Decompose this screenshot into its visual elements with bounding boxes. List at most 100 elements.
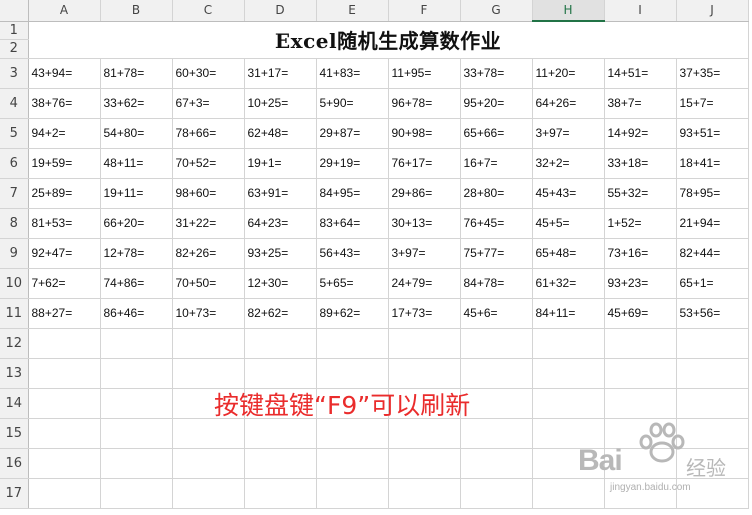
row-header-3[interactable]: 3 xyxy=(0,58,29,89)
empty-cell[interactable] xyxy=(28,388,101,419)
math-problem-cell[interactable]: 29+87= xyxy=(316,118,389,149)
math-problem-cell[interactable]: 55+32= xyxy=(604,178,677,209)
math-problem-cell[interactable]: 84+11= xyxy=(532,298,605,329)
math-problem-cell[interactable]: 45+43= xyxy=(532,178,605,209)
empty-cell[interactable] xyxy=(604,388,677,419)
math-problem-cell[interactable]: 60+30= xyxy=(172,58,245,89)
math-problem-cell[interactable]: 29+86= xyxy=(388,178,461,209)
row-header-1[interactable]: 1 xyxy=(0,21,29,40)
math-problem-cell[interactable]: 96+78= xyxy=(388,88,461,119)
math-problem-cell[interactable]: 93+51= xyxy=(676,118,749,149)
math-problem-cell[interactable]: 11+95= xyxy=(388,58,461,89)
math-problem-cell[interactable]: 62+48= xyxy=(244,118,317,149)
math-problem-cell[interactable]: 19+59= xyxy=(28,148,101,179)
math-problem-cell[interactable]: 66+20= xyxy=(100,208,173,239)
math-problem-cell[interactable]: 29+19= xyxy=(316,148,389,179)
empty-cell[interactable] xyxy=(604,328,677,359)
math-problem-cell[interactable]: 45+5= xyxy=(532,208,605,239)
math-problem-cell[interactable]: 89+62= xyxy=(316,298,389,329)
math-problem-cell[interactable]: 56+43= xyxy=(316,238,389,269)
math-problem-cell[interactable]: 93+23= xyxy=(604,268,677,299)
math-problem-cell[interactable]: 5+90= xyxy=(316,88,389,119)
empty-cell[interactable] xyxy=(316,448,389,479)
empty-cell[interactable] xyxy=(316,328,389,359)
math-problem-cell[interactable]: 41+83= xyxy=(316,58,389,89)
math-problem-cell[interactable]: 98+60= xyxy=(172,178,245,209)
empty-cell[interactable] xyxy=(316,478,389,509)
math-problem-cell[interactable]: 73+16= xyxy=(604,238,677,269)
math-problem-cell[interactable]: 74+86= xyxy=(100,268,173,299)
math-problem-cell[interactable]: 76+17= xyxy=(388,148,461,179)
math-problem-cell[interactable]: 38+76= xyxy=(28,88,101,119)
row-header-12[interactable]: 12 xyxy=(0,328,29,359)
empty-cell[interactable] xyxy=(460,328,533,359)
column-header-i[interactable]: I xyxy=(604,0,677,22)
empty-cell[interactable] xyxy=(100,328,173,359)
math-problem-cell[interactable]: 16+7= xyxy=(460,148,533,179)
math-problem-cell[interactable]: 45+69= xyxy=(604,298,677,329)
empty-cell[interactable] xyxy=(460,448,533,479)
empty-cell[interactable] xyxy=(172,358,245,389)
empty-cell[interactable] xyxy=(172,448,245,479)
math-problem-cell[interactable]: 12+78= xyxy=(100,238,173,269)
math-problem-cell[interactable]: 86+46= xyxy=(100,298,173,329)
column-header-e[interactable]: E xyxy=(316,0,389,22)
empty-cell[interactable] xyxy=(100,448,173,479)
row-header-2[interactable]: 2 xyxy=(0,39,29,59)
row-header-16[interactable]: 16 xyxy=(0,448,29,479)
empty-cell[interactable] xyxy=(244,448,317,479)
math-problem-cell[interactable]: 28+80= xyxy=(460,178,533,209)
empty-cell[interactable] xyxy=(28,328,101,359)
empty-cell[interactable] xyxy=(100,388,173,419)
math-problem-cell[interactable]: 18+41= xyxy=(676,148,749,179)
empty-cell[interactable] xyxy=(388,418,461,449)
column-header-d[interactable]: D xyxy=(244,0,317,22)
row-header-5[interactable]: 5 xyxy=(0,118,29,149)
column-header-f[interactable]: F xyxy=(388,0,461,22)
empty-cell[interactable] xyxy=(676,358,749,389)
empty-cell[interactable] xyxy=(244,478,317,509)
math-problem-cell[interactable]: 61+32= xyxy=(532,268,605,299)
math-problem-cell[interactable]: 7+62= xyxy=(28,268,101,299)
empty-cell[interactable] xyxy=(604,358,677,389)
math-problem-cell[interactable]: 12+30= xyxy=(244,268,317,299)
math-problem-cell[interactable]: 3+97= xyxy=(532,118,605,149)
empty-cell[interactable] xyxy=(388,448,461,479)
math-problem-cell[interactable]: 88+27= xyxy=(28,298,101,329)
math-problem-cell[interactable]: 75+77= xyxy=(460,238,533,269)
empty-cell[interactable] xyxy=(100,358,173,389)
math-problem-cell[interactable]: 70+50= xyxy=(172,268,245,299)
column-header-g[interactable]: G xyxy=(460,0,533,22)
empty-cell[interactable] xyxy=(316,358,389,389)
column-header-b[interactable]: B xyxy=(100,0,173,22)
math-problem-cell[interactable]: 78+95= xyxy=(676,178,749,209)
math-problem-cell[interactable]: 95+20= xyxy=(460,88,533,119)
empty-cell[interactable] xyxy=(28,418,101,449)
math-problem-cell[interactable]: 3+97= xyxy=(388,238,461,269)
math-problem-cell[interactable]: 63+91= xyxy=(244,178,317,209)
empty-cell[interactable] xyxy=(676,328,749,359)
empty-cell[interactable] xyxy=(100,478,173,509)
column-header-j[interactable]: J xyxy=(676,0,749,22)
row-header-17[interactable]: 17 xyxy=(0,478,29,509)
math-problem-cell[interactable]: 92+47= xyxy=(28,238,101,269)
empty-cell[interactable] xyxy=(172,328,245,359)
math-problem-cell[interactable]: 64+26= xyxy=(532,88,605,119)
math-problem-cell[interactable]: 70+52= xyxy=(172,148,245,179)
empty-cell[interactable] xyxy=(100,418,173,449)
empty-cell[interactable] xyxy=(388,328,461,359)
empty-cell[interactable] xyxy=(460,478,533,509)
math-problem-cell[interactable]: 82+26= xyxy=(172,238,245,269)
math-problem-cell[interactable]: 64+23= xyxy=(244,208,317,239)
row-header-11[interactable]: 11 xyxy=(0,298,29,329)
empty-cell[interactable] xyxy=(172,418,245,449)
math-problem-cell[interactable]: 90+98= xyxy=(388,118,461,149)
math-problem-cell[interactable]: 21+94= xyxy=(676,208,749,239)
math-problem-cell[interactable]: 33+62= xyxy=(100,88,173,119)
math-problem-cell[interactable]: 83+64= xyxy=(316,208,389,239)
empty-cell[interactable] xyxy=(676,388,749,419)
math-problem-cell[interactable]: 67+3= xyxy=(172,88,245,119)
empty-cell[interactable] xyxy=(460,388,533,419)
math-problem-cell[interactable]: 84+78= xyxy=(460,268,533,299)
math-problem-cell[interactable]: 14+92= xyxy=(604,118,677,149)
